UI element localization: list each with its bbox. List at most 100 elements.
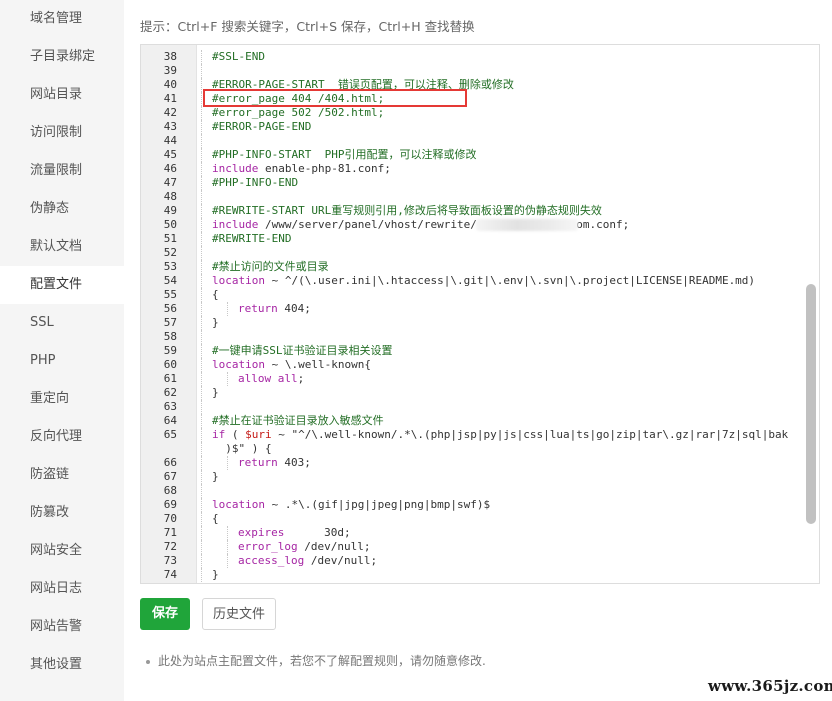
indent-guide <box>201 344 202 358</box>
sidebar-item[interactable]: 访问限制 <box>0 114 124 152</box>
sidebar-item[interactable]: 网站日志 <box>0 570 124 608</box>
code-token: #ERROR-PAGE-START 错误页配置，可以注释、删除或修改 <box>212 78 514 91</box>
sidebar-item[interactable]: 防盗链 <box>0 456 124 494</box>
code-lines[interactable]: 38 #SSL-END 39 40 #ERROR-PAGE-START 错误页配置，可以… <box>141 50 819 582</box>
code-token: )$" ) { <box>212 442 272 455</box>
code-text: allow all; <box>238 372 304 386</box>
code-line: 63 <box>141 400 819 414</box>
indent-guide <box>201 554 202 568</box>
save-button[interactable]: 保存 <box>140 598 190 630</box>
code-line: 74} <box>141 568 819 582</box>
sidebar-item[interactable]: 配置文件 <box>0 266 124 304</box>
editor-scrollbar[interactable] <box>806 284 816 524</box>
code-text: access_log /dev/null; <box>238 554 377 568</box>
code-token: ~ "^/\.well-known/.*\.(php|jsp|py|js|css… <box>271 428 789 441</box>
code-text: } <box>212 316 219 330</box>
sidebar-item[interactable]: 其他设置 <box>0 646 124 684</box>
code-token: ~ \.well-known{ <box>264 358 371 371</box>
sidebar-item[interactable]: SSL <box>0 304 124 342</box>
code-text: } <box>212 386 219 400</box>
indent-guide <box>201 568 202 582</box>
code-line: 48 <box>141 190 819 204</box>
code-text: )$" ) { <box>212 442 272 456</box>
code-token: 404; <box>277 302 311 315</box>
indent-guide <box>201 456 202 470</box>
code-text: location ~ ^/(\.user.ini|\.htaccess|\.gi… <box>212 274 755 288</box>
line-number: 70 <box>163 512 177 525</box>
sidebar-item[interactable]: 子目录绑定 <box>0 38 124 76</box>
line-number: 53 <box>163 260 177 273</box>
code-text: error_log /dev/null; <box>238 540 370 554</box>
config-editor[interactable]: 38 #SSL-END 39 40 #ERROR-PAGE-START 错误页配置，可以… <box>140 44 820 584</box>
code-line: 53 #禁止访问的文件或目录 <box>141 260 819 274</box>
line-number: 57 <box>163 316 177 329</box>
line-number: 65 <box>163 428 177 441</box>
code-token: ; <box>297 372 305 385</box>
code-text: return 403; <box>238 456 311 470</box>
line-number: 48 <box>163 190 177 203</box>
line-number: 64 <box>163 414 177 427</box>
code-token: { <box>212 288 219 301</box>
line-number: 62 <box>163 386 177 399</box>
code-token: #禁止访问的文件或目录 <box>212 260 329 273</box>
indent-guide <box>201 92 202 106</box>
code-token: /dev/null; <box>297 540 371 553</box>
sidebar-item[interactable]: 默认文档 <box>0 228 124 266</box>
code-token: #一键申请SSL证书验证目录相关设置 <box>212 344 393 357</box>
code-line: 38 #SSL-END <box>141 50 819 64</box>
code-text: #error_page 502 /502.html; <box>212 106 384 120</box>
line-number: 51 <box>163 232 177 245</box>
indent-guide <box>201 358 202 372</box>
code-text: #PHP-INFO-END <box>212 176 298 190</box>
code-line: 57} <box>141 316 819 330</box>
code-token: include <box>212 218 259 231</box>
sidebar-item[interactable]: 重定向 <box>0 380 124 418</box>
line-number: 49 <box>163 204 177 217</box>
code-line: 45 #PHP-INFO-START PHP引用配置，可以注释或修改 <box>141 148 819 162</box>
code-line: 40 #ERROR-PAGE-START 错误页配置，可以注释、删除或修改 <box>141 78 819 92</box>
code-text: } <box>212 568 219 582</box>
history-file-button[interactable]: 历史文件 <box>202 598 276 630</box>
code-text: include enable-php-81.conf; <box>212 162 391 176</box>
indent-guide <box>201 148 202 162</box>
editor-hint: 提示：Ctrl+F 搜索关键字，Ctrl+S 保存，Ctrl+H 查找替换 <box>140 19 475 34</box>
sidebar-item[interactable]: 域名管理 <box>0 0 124 38</box>
line-number: 73 <box>163 554 177 567</box>
code-text: expires 30d; <box>238 526 351 540</box>
code-text: location ~ \.well-known{ <box>212 358 371 372</box>
code-line: 67} <box>141 470 819 484</box>
line-number: 40 <box>163 78 177 91</box>
watermark: www.365jz.com <box>708 677 832 695</box>
sidebar-item[interactable]: 防篡改 <box>0 494 124 532</box>
code-token: location <box>212 358 265 371</box>
sidebar-item[interactable]: 网站目录 <box>0 76 124 114</box>
indent-guide <box>201 302 202 316</box>
indent-guide <box>201 106 202 120</box>
code-text: { <box>212 288 219 302</box>
code-token: if <box>212 428 226 441</box>
sidebar-item[interactable]: 反向代理 <box>0 418 124 456</box>
code-token: #SSL-END <box>212 50 265 63</box>
indent-guide <box>201 400 202 414</box>
code-line: 58 <box>141 330 819 344</box>
code-token: } <box>212 316 219 329</box>
sidebar-item[interactable]: 流量限制 <box>0 152 124 190</box>
line-number: 50 <box>163 218 177 231</box>
indent-guide <box>201 442 202 456</box>
line-number: 52 <box>163 246 177 259</box>
sidebar-item[interactable]: 网站安全 <box>0 532 124 570</box>
indent-guide <box>201 134 202 148</box>
code-line: 71 expires 30d; <box>141 526 819 540</box>
bullet-dot-icon <box>146 659 150 664</box>
sidebar-item[interactable]: 网站告警 <box>0 608 124 646</box>
sidebar-item[interactable]: 伪静态 <box>0 190 124 228</box>
indent-guide <box>201 176 202 190</box>
line-number: 74 <box>163 568 177 581</box>
sidebar-item[interactable]: PHP <box>0 342 124 380</box>
indent-guide <box>201 260 202 274</box>
line-number: 45 <box>163 148 177 161</box>
code-token: #REWRITE-END <box>212 232 292 245</box>
indent-guide <box>201 204 202 218</box>
code-text: #error_page 404 /404.html; <box>212 92 384 106</box>
